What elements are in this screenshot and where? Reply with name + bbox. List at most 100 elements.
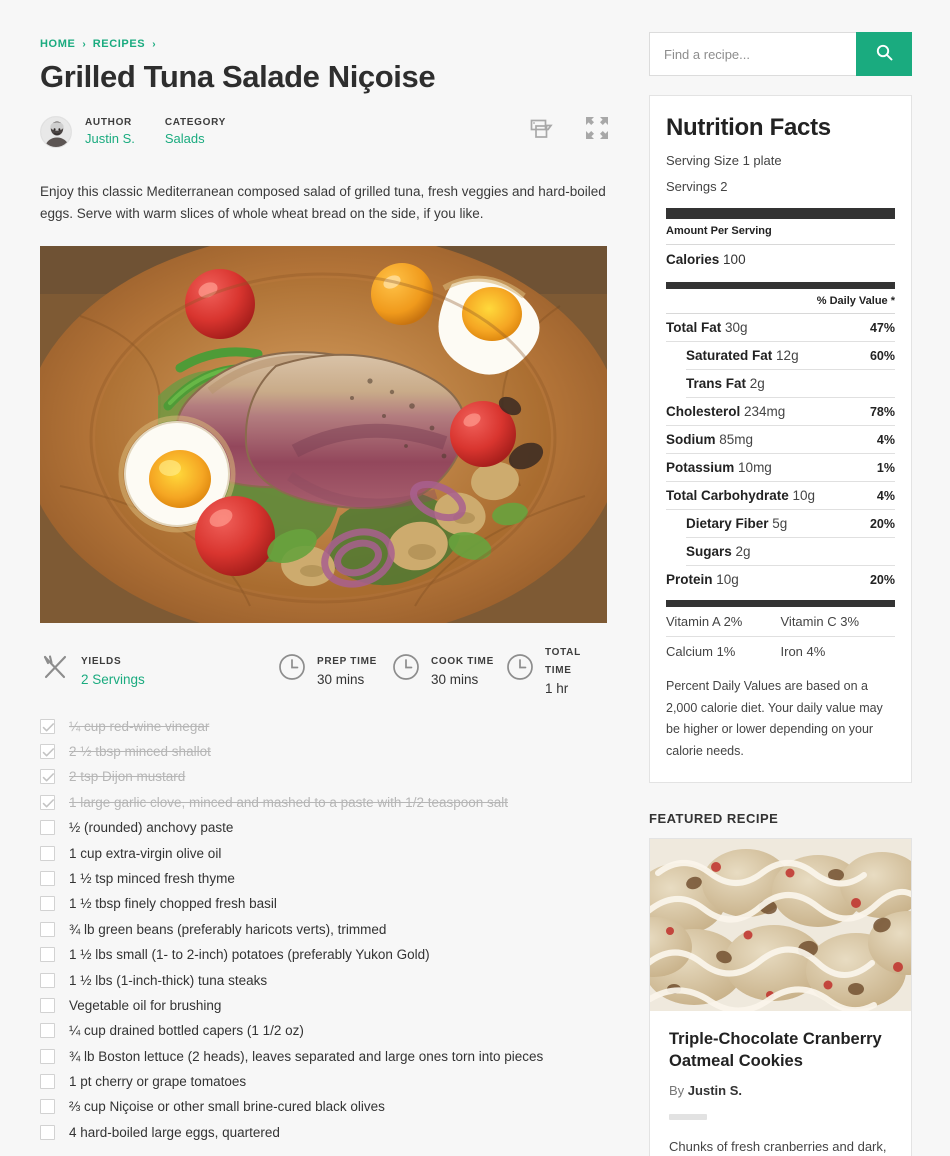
featured-recipe-body: Triple-Chocolate Cranberry Oatmeal Cooki… bbox=[650, 1011, 911, 1156]
search-bar bbox=[649, 32, 912, 76]
nutrition-row: Total Fat 30g 47% bbox=[666, 314, 895, 342]
breadcrumb-separator: › bbox=[152, 38, 156, 50]
ingredient-checkbox-checked[interactable] bbox=[40, 718, 55, 734]
featured-recipe-byline: By Justin S. bbox=[669, 1083, 892, 1098]
ingredient-checkbox[interactable] bbox=[40, 921, 55, 937]
ingredient-checkbox-checked[interactable] bbox=[40, 769, 55, 785]
daily-value-header: % Daily Value * bbox=[666, 289, 895, 314]
nutrient-label: Total Carbohydrate bbox=[666, 488, 789, 503]
ingredient-row[interactable]: 1 pt cherry or grape tomatoes bbox=[40, 1069, 610, 1094]
ingredient-label: 1 ½ tsp minced fresh thyme bbox=[69, 870, 235, 886]
amount-per-serving-label: Amount Per Serving bbox=[666, 219, 895, 245]
ingredient-row[interactable]: 1 ½ lbs (1-inch-thick) tuna steaks bbox=[40, 967, 610, 992]
search-input[interactable] bbox=[649, 32, 856, 76]
ingredient-checkbox[interactable] bbox=[40, 845, 55, 861]
author-name[interactable]: Justin S. bbox=[85, 131, 135, 146]
ingredient-checkbox-checked[interactable] bbox=[40, 794, 55, 810]
nutrient-name: Total Fat 30g bbox=[666, 320, 748, 335]
ingredient-checkbox[interactable] bbox=[40, 1124, 55, 1140]
nutrition-facts-card: Nutrition Facts Serving Size 1 plate Ser… bbox=[649, 95, 912, 783]
stat-value: 30 mins bbox=[430, 672, 479, 688]
byline-author[interactable]: Justin S. bbox=[688, 1083, 742, 1098]
nutrient-label: Cholesterol bbox=[666, 404, 741, 419]
breadcrumb-separator: › bbox=[82, 38, 86, 50]
nutrient-daily-value: 4% bbox=[876, 489, 895, 503]
nutrient-amount: 5g bbox=[772, 516, 788, 531]
nutrient-amount: 2g bbox=[749, 376, 765, 391]
stat-cook-time: COOK TIME 30 mins bbox=[392, 651, 506, 687]
ingredient-checkbox[interactable] bbox=[40, 1099, 55, 1115]
vitamin-value: Iron 4% bbox=[780, 644, 826, 659]
featured-recipe-description: Chunks of fresh cranberries and dark, mi… bbox=[669, 1138, 887, 1154]
category-name[interactable]: Salads bbox=[165, 131, 226, 146]
nutrient-amount: 10mg bbox=[738, 460, 772, 475]
ingredient-checkbox[interactable] bbox=[40, 896, 55, 912]
ingredient-row[interactable]: 1 cup extra-virgin olive oil bbox=[40, 840, 610, 865]
ingredient-row[interactable]: 2 ½ tbsp minced shallot bbox=[40, 739, 610, 764]
ingredient-label: ⅔ cup Niçoise or other small brine-cured… bbox=[69, 1099, 385, 1115]
print-icon[interactable] bbox=[529, 115, 554, 145]
breadcrumb-item-recipes[interactable]: RECIPES bbox=[93, 38, 146, 50]
clock-icon bbox=[278, 653, 306, 686]
ingredient-checkbox[interactable] bbox=[40, 972, 55, 988]
nutrient-name: Saturated Fat 12g bbox=[686, 348, 799, 363]
ingredient-checkbox[interactable] bbox=[40, 1074, 55, 1090]
ingredient-row[interactable]: 1 ½ lbs small (1- to 2-inch) potatoes (p… bbox=[40, 942, 610, 967]
nutrition-title: Nutrition Facts bbox=[666, 114, 831, 141]
ingredient-row[interactable]: ¼ cup drained bottled capers (1 1/2 oz) bbox=[40, 1018, 610, 1043]
nutrition-row: Trans Fat 2g bbox=[686, 370, 895, 398]
vitamin-row: Vitamin A 2% Vitamin C 3% bbox=[666, 607, 895, 637]
nutrient-amount: 30g bbox=[725, 320, 748, 335]
author-label: AUTHOR bbox=[85, 117, 132, 129]
recipe-description: Enjoy this classic Mediterranean compose… bbox=[40, 183, 606, 221]
ingredient-checkbox[interactable] bbox=[40, 947, 55, 963]
ingredient-label: 1 ½ lbs small (1- to 2-inch) potatoes (p… bbox=[69, 947, 430, 963]
ingredient-row[interactable]: 2 tsp Dijon mustard bbox=[40, 764, 610, 789]
featured-recipe-card[interactable]: Triple-Chocolate Cranberry Oatmeal Cooki… bbox=[649, 838, 912, 1156]
breadcrumb-item-home[interactable]: HOME bbox=[40, 38, 75, 50]
nutrient-label: Sodium bbox=[666, 432, 716, 447]
author-meta-bar: AUTHOR Justin S. CATEGORY Salads bbox=[40, 111, 610, 153]
nutrition-divider-mid bbox=[666, 282, 895, 289]
fullscreen-icon[interactable] bbox=[584, 115, 610, 146]
search-button[interactable] bbox=[856, 32, 912, 76]
ingredient-row[interactable]: 1 ½ tsp minced fresh thyme bbox=[40, 866, 610, 891]
byline-prefix: By bbox=[669, 1082, 685, 1098]
ingredient-label: 1 pt cherry or grape tomatoes bbox=[69, 1074, 247, 1090]
stat-label: TOTAL TIME bbox=[544, 647, 581, 677]
ingredient-row[interactable]: Vegetable oil for brushing bbox=[40, 993, 610, 1018]
nutrient-daily-value: 47% bbox=[869, 321, 895, 335]
ingredient-checkbox[interactable] bbox=[40, 1023, 55, 1039]
ingredient-checkbox[interactable] bbox=[40, 997, 55, 1013]
nutrient-label: Saturated Fat bbox=[686, 348, 773, 363]
recipe-stats-bar: YIELDS 2 Servings PREP TIME 30 mins COOK… bbox=[40, 647, 610, 696]
ingredient-row[interactable]: ¼ cup red-wine vinegar bbox=[40, 713, 610, 738]
breadcrumb: HOME › RECIPES › bbox=[40, 0, 610, 50]
ingredient-checkbox[interactable] bbox=[40, 870, 55, 886]
ingredient-checkbox-checked[interactable] bbox=[40, 744, 55, 760]
nutrition-row: Sodium 85mg 4% bbox=[666, 426, 895, 454]
nutrient-name: Dietary Fiber 5g bbox=[686, 516, 787, 531]
ingredient-row[interactable]: 1 ½ tbsp finely chopped fresh basil bbox=[40, 891, 610, 916]
ingredient-label: Vegetable oil for brushing bbox=[69, 997, 222, 1013]
stat-prep-time: PREP TIME 30 mins bbox=[278, 651, 392, 687]
nutrition-row: Protein 10g 20% bbox=[666, 566, 895, 593]
category-block: CATEGORY Salads bbox=[165, 117, 226, 146]
featured-recipe-title[interactable]: Triple-Chocolate Cranberry Oatmeal Cooki… bbox=[669, 1029, 892, 1073]
ingredient-row[interactable]: ¾ lb Boston lettuce (2 heads), leaves se… bbox=[40, 1044, 610, 1069]
nutrient-name: Sugars 2g bbox=[686, 544, 751, 559]
ingredient-row[interactable]: ½ (rounded) anchovy paste bbox=[40, 815, 610, 840]
vitamin-value: Vitamin A 2% bbox=[666, 614, 743, 629]
ingredient-row[interactable]: 1 large garlic clove, minced and mashed … bbox=[40, 790, 610, 815]
stat-label: COOK TIME bbox=[430, 656, 494, 668]
stat-label: YIELDS bbox=[81, 656, 122, 668]
clock-icon bbox=[392, 653, 420, 686]
ingredient-row[interactable]: ⅔ cup Niçoise or other small brine-cured… bbox=[40, 1094, 610, 1119]
nutrition-row: Cholesterol 234mg 78% bbox=[666, 398, 895, 426]
ingredient-checkbox[interactable] bbox=[40, 820, 55, 836]
nutrient-name: Total Carbohydrate 10g bbox=[666, 488, 815, 503]
ingredient-row[interactable]: ¾ lb green beans (preferably haricots ve… bbox=[40, 917, 610, 942]
ingredient-row[interactable]: 4 hard-boiled large eggs, quartered bbox=[40, 1120, 610, 1145]
ingredient-checkbox[interactable] bbox=[40, 1048, 55, 1064]
nutrient-daily-value: 78% bbox=[869, 405, 895, 419]
